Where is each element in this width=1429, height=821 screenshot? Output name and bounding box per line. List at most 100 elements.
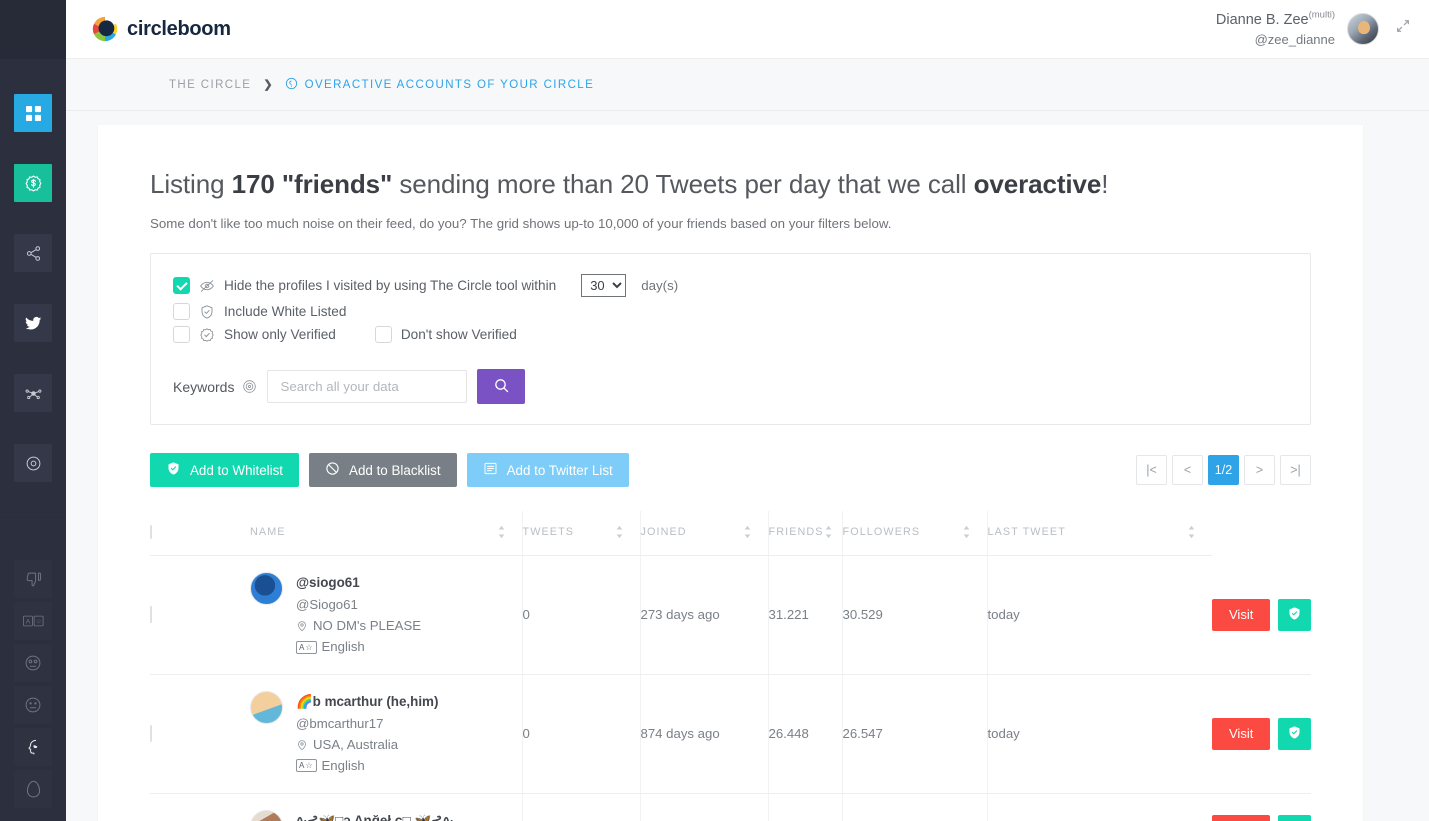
sidebar-item-neutral-face[interactable] bbox=[14, 686, 52, 724]
visit-button[interactable]: Visit bbox=[1212, 599, 1270, 631]
sort-joined-icon[interactable] bbox=[743, 525, 752, 539]
app-logo[interactable]: circleboom bbox=[90, 14, 231, 44]
filter-verified-row: Show only Verified Don't show Verified bbox=[173, 326, 1288, 343]
pagination-last[interactable]: >| bbox=[1280, 455, 1311, 485]
row-friends: 143.869 bbox=[768, 793, 842, 821]
sort-friends-icon[interactable] bbox=[824, 525, 833, 539]
column-header-name[interactable]: NAME bbox=[250, 511, 522, 556]
keywords-row: Keywords bbox=[173, 369, 1288, 404]
app-root: A ☆ bbox=[0, 0, 1429, 821]
breadcrumb-root[interactable]: THE CIRCLE bbox=[169, 79, 251, 91]
column-header-last-tweet[interactable]: LAST TWEET bbox=[987, 511, 1212, 556]
expand-arrows-icon[interactable] bbox=[1391, 14, 1415, 43]
sort-name-icon[interactable] bbox=[497, 525, 506, 539]
shield-check-icon bbox=[199, 304, 215, 320]
search-submit-button[interactable] bbox=[477, 369, 525, 404]
add-to-whitelist-label: Add to Whitelist bbox=[190, 463, 283, 478]
row-display-name: @siogo61 bbox=[296, 572, 421, 594]
sidebar-item-head-profile[interactable] bbox=[14, 728, 52, 766]
sidebar-item-language[interactable]: A ☆ bbox=[14, 602, 52, 640]
page-title: Listing 170 "friends" sending more than … bbox=[150, 169, 1311, 200]
days-select[interactable]: 30 bbox=[581, 274, 626, 297]
main-column: circleboom Dianne B. Zee(multi) @zee_dia… bbox=[66, 0, 1429, 821]
row-language-label: English bbox=[322, 755, 365, 776]
row-select-cell bbox=[150, 674, 250, 793]
sidebar-item-network[interactable] bbox=[14, 374, 52, 412]
search-input[interactable] bbox=[267, 370, 467, 403]
sidebar-item-thumbs-down[interactable] bbox=[14, 560, 52, 598]
select-all-checkbox[interactable] bbox=[150, 525, 152, 539]
breadcrumb-current[interactable]: OVERACTIVE ACCOUNTS OF YOUR CIRCLE bbox=[285, 77, 595, 93]
column-header-followers[interactable]: FOLLOWERS bbox=[842, 511, 987, 556]
search-icon bbox=[493, 377, 510, 397]
row-joined: 2.213 days ago bbox=[640, 793, 768, 821]
show-only-verified-label: Show only Verified bbox=[224, 327, 336, 342]
user-fullname-line: Dianne B. Zee(multi) bbox=[1216, 9, 1335, 31]
language-translate-icon: A☆ bbox=[296, 641, 317, 654]
action-bar: Add to Whitelist Add to Blacklist bbox=[150, 453, 1311, 487]
avatar[interactable] bbox=[1347, 13, 1379, 45]
row-language: A☆ English bbox=[296, 755, 438, 776]
sidebar-item-dashboard[interactable] bbox=[14, 94, 52, 132]
sort-last-tweet-icon[interactable] bbox=[1187, 525, 1196, 539]
column-header-joined[interactable]: JOINED bbox=[640, 511, 768, 556]
keyword-target-icon bbox=[242, 379, 257, 394]
select-all-header bbox=[150, 511, 250, 556]
visit-button[interactable]: Visit bbox=[1212, 718, 1270, 750]
column-header-friends[interactable]: FRIENDS bbox=[768, 511, 842, 556]
row-checkbox[interactable] bbox=[150, 725, 152, 742]
pagination-prev[interactable]: < bbox=[1172, 455, 1203, 485]
hide-visited-checkbox[interactable] bbox=[173, 277, 190, 294]
row-avatar[interactable] bbox=[250, 572, 283, 605]
sidebar-item-share[interactable] bbox=[14, 234, 52, 272]
sidebar-item-twitter[interactable] bbox=[14, 304, 52, 342]
sort-followers-icon[interactable] bbox=[962, 525, 971, 539]
user-multi-badge: (multi) bbox=[1309, 10, 1335, 21]
user-area: Dianne B. Zee(multi) @zee_dianne bbox=[1216, 9, 1415, 48]
column-label-tweets: TWEETS bbox=[523, 526, 575, 538]
show-only-verified-checkbox[interactable] bbox=[173, 326, 190, 343]
sidebar-item-pricing[interactable] bbox=[14, 164, 52, 202]
row-avatar[interactable] bbox=[250, 810, 283, 821]
pagination-next[interactable]: > bbox=[1244, 455, 1275, 485]
add-to-twitter-list-button[interactable]: Add to Twitter List bbox=[467, 453, 629, 487]
table-row: @siogo61 @Siogo61 bbox=[150, 556, 1311, 675]
pagination-current[interactable]: 1/2 bbox=[1208, 455, 1239, 485]
row-avatar[interactable] bbox=[250, 691, 283, 724]
dont-show-verified-checkbox[interactable] bbox=[375, 326, 392, 343]
visit-button[interactable]: Visit bbox=[1212, 815, 1270, 821]
include-whitelisted-checkbox[interactable] bbox=[173, 303, 190, 320]
svg-text:☆: ☆ bbox=[35, 618, 41, 626]
add-to-blacklist-button[interactable]: Add to Blacklist bbox=[309, 453, 457, 487]
pagination-first[interactable]: |< bbox=[1136, 455, 1167, 485]
row-checkbox[interactable] bbox=[150, 606, 152, 623]
sidebar-item-dizzy-face[interactable] bbox=[14, 644, 52, 682]
sidebar-item-target[interactable] bbox=[14, 444, 52, 482]
sidebar-item-egg[interactable] bbox=[14, 770, 52, 808]
keywords-label-group: Keywords bbox=[173, 379, 257, 395]
sidebar-lower-group: A ☆ bbox=[14, 525, 52, 812]
svg-text:A: A bbox=[25, 619, 30, 626]
title-suffix: ! bbox=[1101, 169, 1108, 199]
shield-check-icon bbox=[1287, 725, 1302, 743]
filters-panel: Hide the profiles I visited by using The… bbox=[150, 253, 1311, 425]
add-to-whitelist-button[interactable]: Add to Whitelist bbox=[150, 453, 299, 487]
whitelist-row-button[interactable] bbox=[1278, 718, 1311, 750]
row-friends: 31.221 bbox=[768, 556, 842, 675]
sort-tweets-icon[interactable] bbox=[615, 525, 624, 539]
location-pin-icon bbox=[296, 739, 308, 751]
table-row: 🌈b mcarthur (he,him) @bmcarthur17 bbox=[150, 674, 1311, 793]
whitelist-row-button[interactable] bbox=[1278, 599, 1311, 631]
breadcrumb-separator-icon: ❯ bbox=[263, 78, 272, 91]
top-header: circleboom Dianne B. Zee(multi) @zee_dia… bbox=[66, 0, 1429, 59]
row-last-tweet: today bbox=[987, 674, 1212, 793]
row-display-name: ∿⊰🦋□ǝ Aŋğeł ɢ□ 🦋⊰∿ bbox=[296, 810, 454, 821]
column-header-tweets[interactable]: TWEETS bbox=[522, 511, 640, 556]
column-label-last-tweet: LAST TWEET bbox=[988, 526, 1066, 538]
whitelist-row-button[interactable] bbox=[1278, 815, 1311, 821]
grid-dashboard-icon bbox=[26, 106, 41, 121]
row-location-label: NO DM's PLEASE bbox=[313, 615, 421, 636]
share-nodes-icon bbox=[25, 245, 42, 262]
row-actions-cell: Visit bbox=[1212, 674, 1311, 793]
row-handle: @Siogo61 bbox=[296, 594, 421, 615]
